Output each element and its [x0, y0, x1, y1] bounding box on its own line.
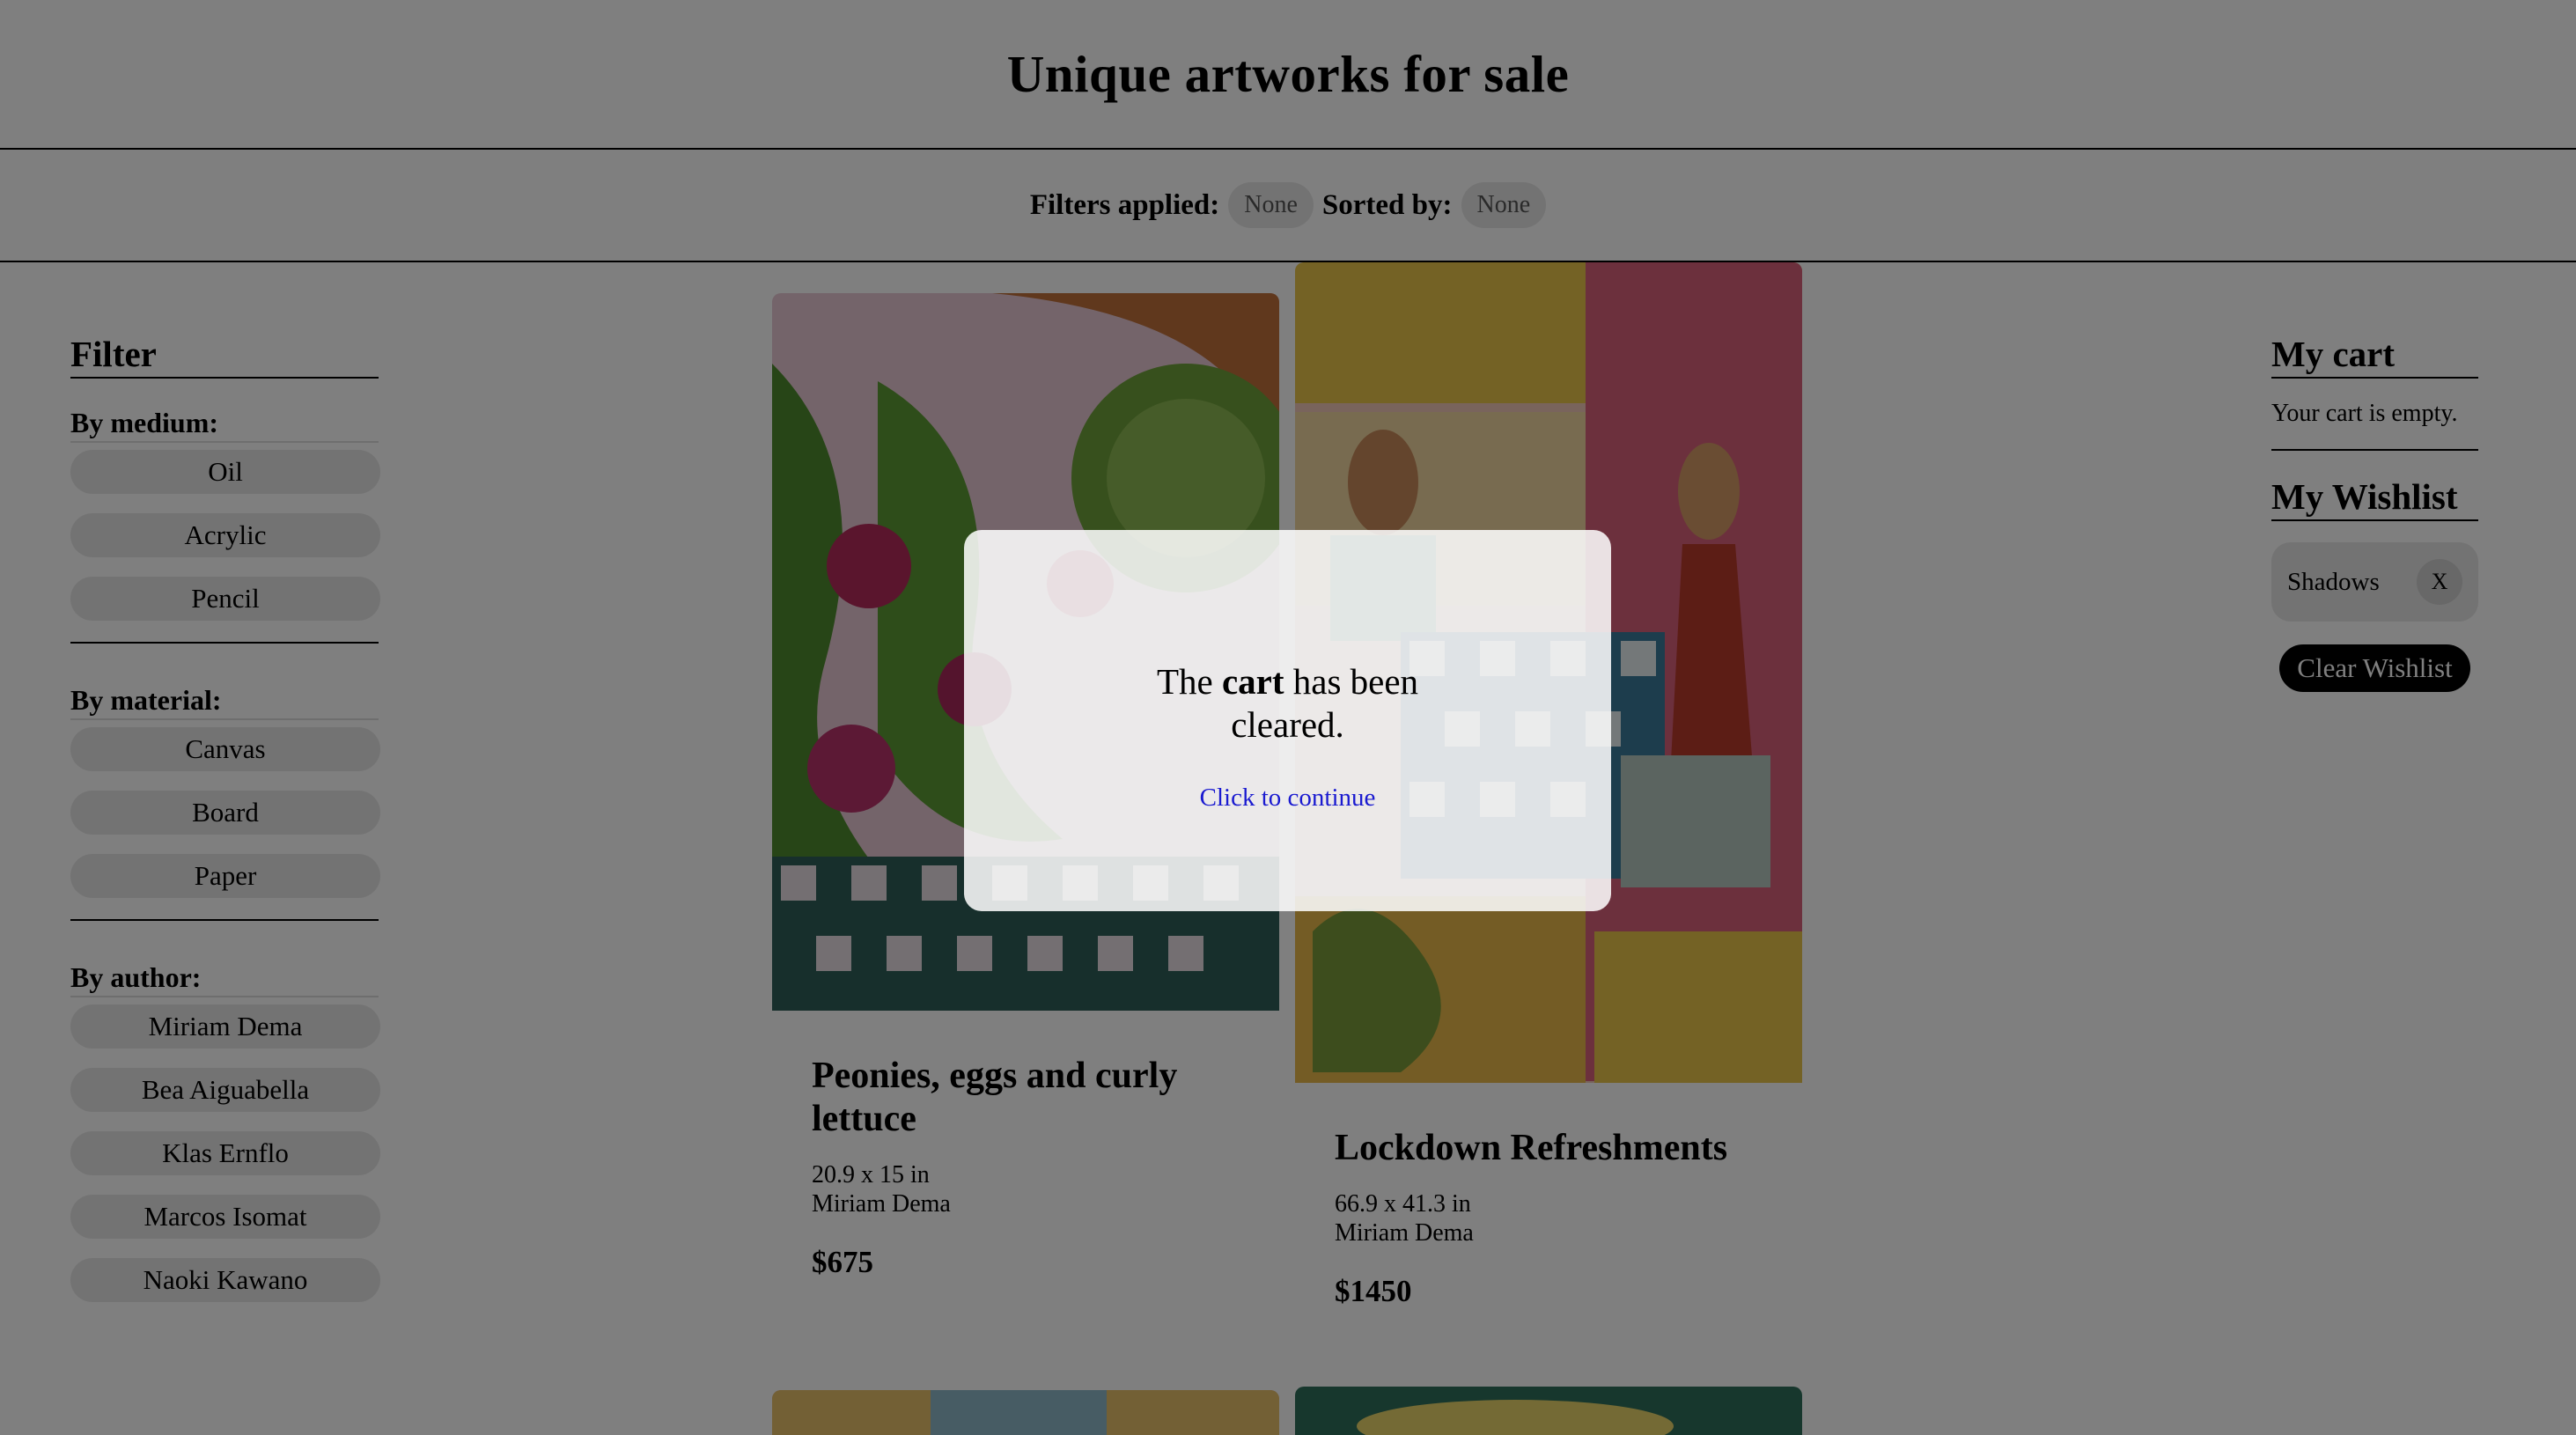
modal-message: The cart has been cleared.	[964, 660, 1611, 747]
continue-link[interactable]: Click to continue	[964, 784, 1611, 813]
page: Unique artworks for sale Filters applied…	[0, 0, 2576, 1435]
modal-message-post: has been	[1292, 661, 1419, 702]
modal-message-line2: cleared.	[1231, 704, 1344, 745]
modal-message-bold: cart	[1221, 661, 1284, 702]
cart-cleared-modal: The cart has been cleared. Click to cont…	[964, 530, 1611, 911]
modal-message-pre: The	[1156, 661, 1213, 702]
